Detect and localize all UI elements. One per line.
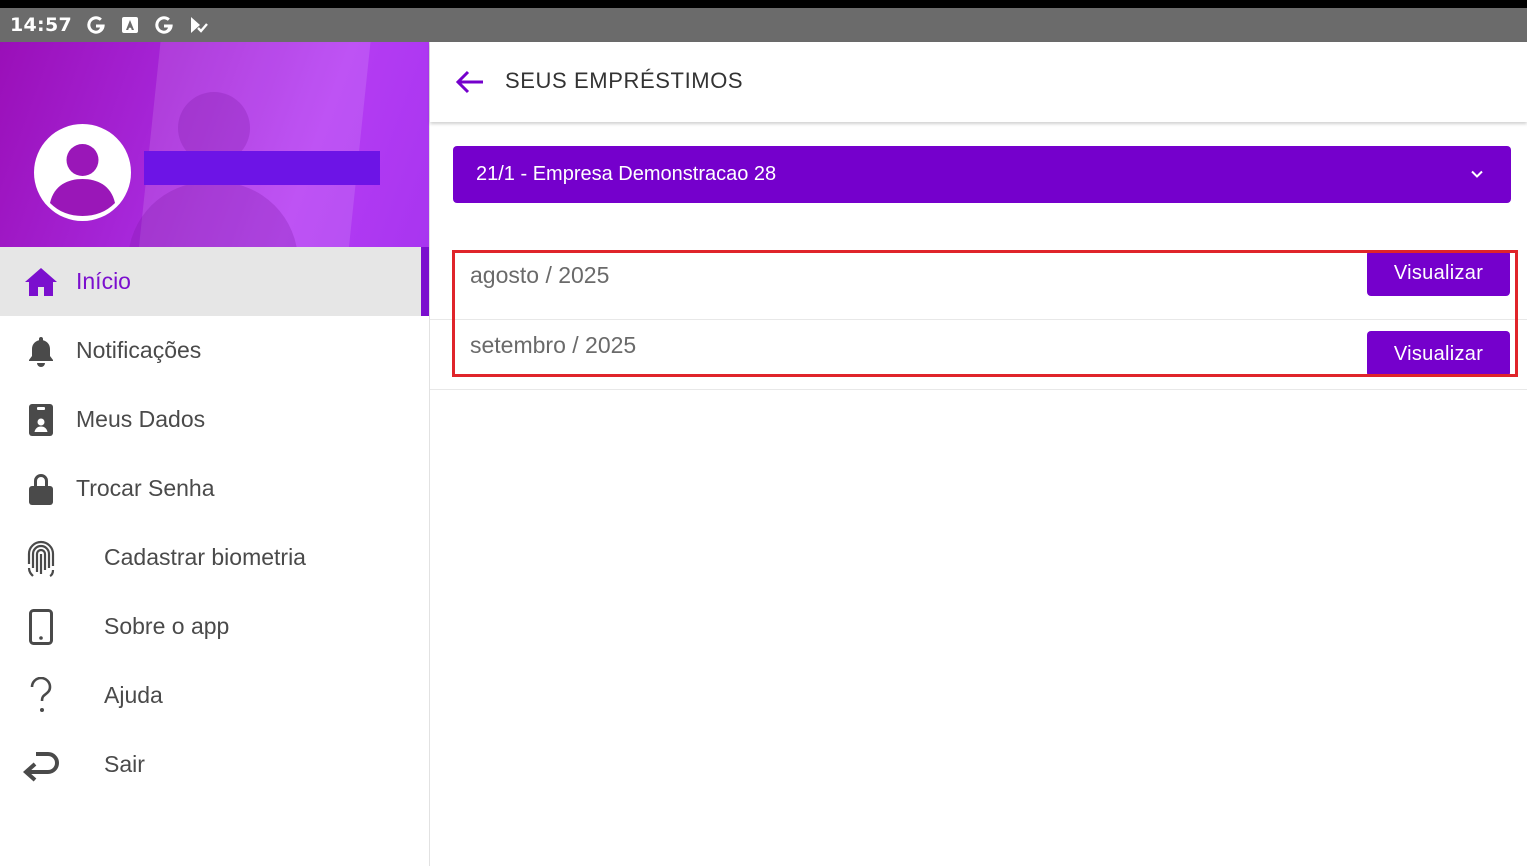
menu-item-sair[interactable]: Sair xyxy=(0,730,429,799)
loan-list: agosto / 2025 Visualizar setembro / 2025… xyxy=(430,250,1527,390)
menu-item-inicio[interactable]: Início xyxy=(0,247,429,316)
view-button[interactable]: Visualizar xyxy=(1367,250,1510,296)
menu-item-sobre-o-app[interactable]: Sobre o app xyxy=(0,592,429,661)
bell-icon xyxy=(22,332,60,370)
google-g-icon xyxy=(154,15,174,35)
loan-row: agosto / 2025 Visualizar xyxy=(430,250,1527,320)
back-button[interactable] xyxy=(454,66,486,98)
phone-icon xyxy=(22,608,60,646)
profile-header xyxy=(0,42,429,247)
menu-item-cadastrar-biometria[interactable]: Cadastrar biometria xyxy=(0,523,429,592)
menu-item-label: Cadastrar biometria xyxy=(104,544,306,570)
drawer-menu: Início Notificações Meus Dados Trocar Se… xyxy=(0,247,429,799)
menu-item-label: Sair xyxy=(104,751,145,777)
app-bar: SEUS EMPRÉSTIMOS xyxy=(430,42,1527,122)
page-title: SEUS EMPRÉSTIMOS xyxy=(505,68,744,93)
exit-arrow-icon xyxy=(22,746,60,784)
menu-item-label: Notificações xyxy=(76,337,202,363)
chevron-down-icon xyxy=(1471,170,1483,178)
menu-item-trocar-senha[interactable]: Trocar Senha xyxy=(0,454,429,523)
menu-item-label: Início xyxy=(76,268,131,294)
navigation-drawer: Início Notificações Meus Dados Trocar Se… xyxy=(0,42,430,866)
lock-icon xyxy=(22,470,60,508)
menu-item-label: Meus Dados xyxy=(76,406,206,432)
avatar[interactable] xyxy=(34,124,131,221)
loan-period: setembro / 2025 xyxy=(470,332,637,358)
google-g-icon xyxy=(86,15,106,35)
menu-item-meus-dados[interactable]: Meus Dados xyxy=(0,385,429,454)
play-check-icon xyxy=(188,15,208,35)
user-avatar-icon xyxy=(50,144,115,216)
menu-item-label: Ajuda xyxy=(104,682,163,708)
status-bar: 14:57 xyxy=(0,8,1527,42)
arrow-left-icon xyxy=(455,70,483,94)
home-icon xyxy=(22,263,60,301)
menu-item-label: Trocar Senha xyxy=(76,475,215,501)
loan-period: agosto / 2025 xyxy=(470,262,610,288)
menu-item-notificacoes[interactable]: Notificações xyxy=(0,316,429,385)
question-icon xyxy=(22,676,60,715)
company-select-value: 21/1 - Empresa Demonstracao 28 xyxy=(476,163,777,185)
menu-item-ajuda[interactable]: Ajuda xyxy=(0,661,429,730)
loan-row: setembro / 2025 Visualizar xyxy=(430,320,1527,390)
user-name xyxy=(144,151,380,185)
app-a-icon xyxy=(120,15,140,35)
status-icons xyxy=(86,15,208,35)
id-badge-icon xyxy=(22,401,60,439)
status-time: 14:57 xyxy=(10,14,72,36)
main-content: SEUS EMPRÉSTIMOS 21/1 - Empresa Demonstr… xyxy=(430,42,1527,866)
view-button[interactable]: Visualizar xyxy=(1367,331,1510,377)
fingerprint-icon xyxy=(22,539,60,577)
menu-item-label: Sobre o app xyxy=(104,613,230,639)
company-select[interactable]: 21/1 - Empresa Demonstracao 28 xyxy=(453,146,1511,203)
